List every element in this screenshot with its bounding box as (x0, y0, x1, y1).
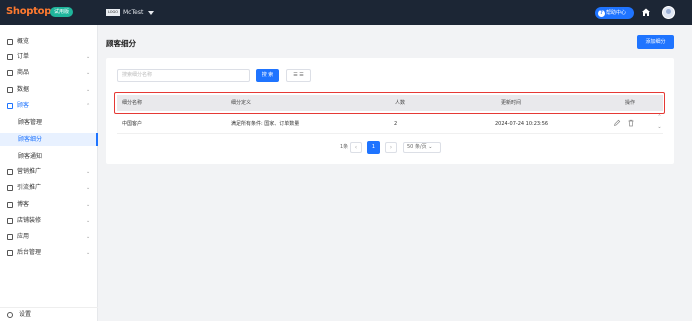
sidebar-item-label: 商品 (17, 69, 30, 76)
question-icon: ? (598, 9, 605, 17)
customer-icon (7, 103, 13, 109)
chevron-down-icon: ⌄ (86, 202, 91, 208)
chevron-down-icon: ⌄ (86, 234, 91, 240)
sidebar-subitem-customer-segments[interactable]: 顾客细分 (0, 133, 98, 146)
trash-icon[interactable] (627, 119, 635, 127)
sidebar-item-traffic[interactable]: 引流推广 ⌄ (0, 181, 98, 195)
sidebar-item-label: 后台管理 (17, 249, 42, 256)
sidebar-subitem-customer-notifications[interactable]: 顾客通知 (0, 150, 98, 163)
settings-label: 设置 (19, 311, 32, 318)
chevron-down-icon: ⌄ (86, 185, 91, 191)
sidebar-item-data[interactable]: 数据 ⌄ (0, 83, 98, 97)
store-switcher[interactable]: McTest (123, 8, 143, 18)
sidebar-item-settings[interactable]: 设置 (0, 307, 98, 321)
caret-down-icon[interactable] (148, 11, 154, 15)
page-title: 顾客细分 (106, 39, 136, 48)
data-icon (7, 87, 13, 93)
help-center-label: 帮助中心 (606, 10, 627, 16)
sidebar-subitem-customer-management[interactable]: 顾客管理 (0, 116, 98, 129)
blog-icon (7, 202, 13, 208)
sidebar-item-label: 应用 (17, 233, 30, 240)
cell-name: 中国客户 (122, 121, 143, 127)
sidebar-item-overview[interactable]: 概览 (0, 35, 98, 49)
traffic-icon (7, 185, 13, 191)
sidebar-item-admin[interactable]: 后台管理 ⌄ (0, 246, 98, 260)
apps-icon (7, 234, 13, 240)
table-scroll-arrows[interactable]: ⌃ ⌄ (656, 112, 663, 134)
sidebar-item-label: 概览 (17, 38, 30, 45)
search-input[interactable]: 搜索细分名称 (117, 69, 250, 82)
next-page-button[interactable]: › (385, 142, 397, 153)
sidebar-item-store-design[interactable]: 店铺装修 ⌄ (0, 214, 98, 228)
pagination-total: 1条 (340, 144, 349, 150)
top-bar: Shoptop 试用版 LOGO McTest ? 帮助中心 (0, 0, 692, 25)
trial-badge: 试用版 (50, 7, 74, 17)
sidebar: 概览 订单 ⌄ 商品 ⌄ 数据 ⌄ 顾客 ⌃ 顾客管理 顾客细分 顾客通知 营销… (0, 25, 98, 321)
current-page-button[interactable]: 1 (367, 141, 380, 154)
store-decoration-icon (7, 218, 13, 224)
chevron-down-icon: ⌄ (86, 54, 91, 60)
search-button[interactable]: 搜 索 (256, 69, 279, 82)
user-avatar[interactable] (662, 6, 675, 19)
chevron-down-icon: ⌄ (86, 169, 91, 175)
pencil-icon[interactable] (613, 119, 621, 127)
sidebar-item-orders[interactable]: 订单 ⌄ (0, 50, 98, 64)
column-settings-button[interactable]: ☰ ☰ (286, 69, 311, 82)
sidebar-item-label: 顾客 (17, 102, 30, 109)
cell-updated: 2024-07-24 10:23:56 (495, 121, 549, 127)
page-size-label: 50 条/页 (407, 144, 427, 150)
chevron-down-icon: ⌄ (86, 87, 91, 93)
product-icon (7, 70, 13, 76)
table-row[interactable]: 中国客户 满足所有条件: 国家、订单数量 2 2024-07-24 10:23:… (117, 114, 663, 134)
sidebar-item-apps[interactable]: 应用 ⌄ (0, 230, 98, 244)
cell-count: 2 (394, 121, 398, 127)
sidebar-item-label: 数据 (17, 86, 30, 93)
marketing-icon (7, 169, 13, 175)
chevron-down-icon: ⌄ (86, 218, 91, 224)
help-center-button[interactable]: ? 帮助中心 (595, 7, 634, 19)
admin-icon (7, 250, 13, 256)
chevron-down-icon: ⌄ (86, 250, 91, 256)
sidebar-item-label: 订单 (17, 53, 30, 60)
prev-page-button[interactable]: ‹ (350, 142, 362, 153)
add-segment-button[interactable]: 添加细分 (637, 35, 674, 49)
order-icon (7, 54, 13, 60)
sidebar-item-label: 博客 (17, 201, 30, 208)
header-highlight-box (114, 92, 665, 114)
sidebar-item-marketing[interactable]: 营销推广 ⌄ (0, 165, 98, 179)
sidebar-item-label: 营销推广 (17, 168, 42, 175)
home-icon[interactable] (641, 7, 651, 17)
gear-icon (7, 312, 13, 318)
cell-definition: 满足所有条件: 国家、订单数量 (231, 121, 300, 127)
sidebar-item-blog[interactable]: 博客 ⌄ (0, 198, 98, 212)
brand-logo[interactable]: Shoptop (6, 6, 51, 17)
overview-icon (7, 39, 13, 45)
sidebar-item-label: 店铺装修 (17, 217, 42, 224)
store-logo: LOGO (106, 9, 120, 16)
sidebar-item-products[interactable]: 商品 ⌄ (0, 66, 98, 80)
chevron-down-icon: ⌄ (86, 70, 91, 76)
sidebar-item-label: 引流推广 (17, 184, 42, 191)
page-size-select[interactable]: 50 条/页 ⌄ (403, 142, 441, 153)
chevron-up-icon: ⌃ (86, 103, 91, 109)
sidebar-item-customers[interactable]: 顾客 ⌃ (0, 99, 98, 113)
